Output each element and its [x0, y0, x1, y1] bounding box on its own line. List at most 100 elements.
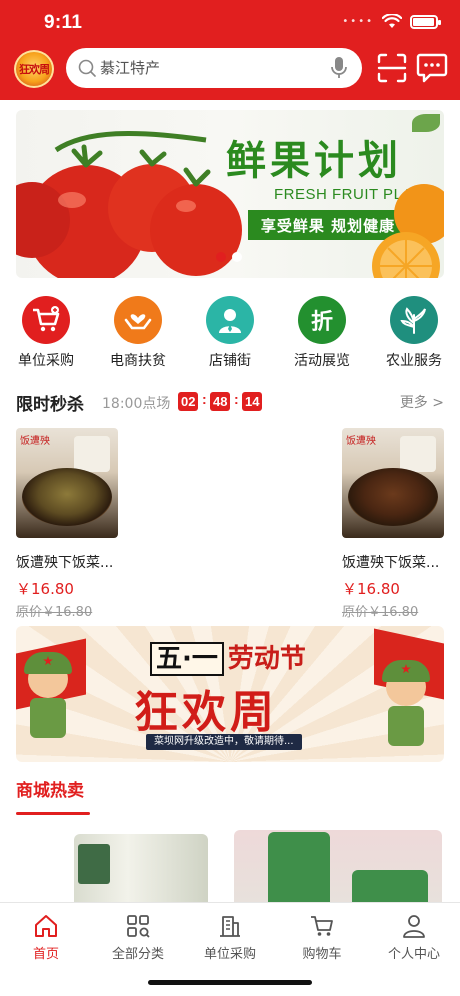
- banner-pager: [216, 252, 242, 262]
- home-icon: [35, 915, 57, 937]
- pager-dot: [232, 252, 242, 262]
- flash-sale-session: 18:00点场: [102, 396, 171, 412]
- app-logo[interactable]: 狂欢周: [14, 50, 54, 88]
- product-price: ￥16.80: [16, 580, 74, 598]
- soldier-body: [388, 706, 424, 746]
- hot-section-title[interactable]: 商城热卖: [16, 776, 84, 801]
- soldier-body: [30, 698, 66, 738]
- category-icon-circle: [22, 296, 70, 344]
- promo-title-rest: 劳动节: [227, 644, 306, 674]
- category-icon-circle: [206, 296, 254, 344]
- promo-note: 菜坝网升级改造中，敬请期待...: [146, 734, 302, 750]
- tab-profile[interactable]: 个人中心: [368, 913, 460, 962]
- orange-illustration: [372, 184, 444, 278]
- product-price: ￥16.80: [342, 580, 400, 598]
- countdown-separator: :: [234, 391, 239, 407]
- tomato-illustration: [16, 130, 242, 278]
- home-content[interactable]: 鲜果计划 FRESH FRUIT PLAN 享受鲜果 规划健康 单位采购 电商扶…: [0, 100, 460, 902]
- hot-product-tile[interactable]: [16, 830, 222, 902]
- tab-label: 全部分类: [111, 947, 164, 962]
- category-shortcuts: 单位采购 电商扶贫 店铺街 折 活动展览 农业服务: [0, 296, 460, 370]
- flash-sale-header: 限时秒杀 18:00点场 02 : 48 : 14 更多 >: [16, 388, 444, 415]
- category-exhibitions[interactable]: 折 活动展览: [282, 296, 362, 370]
- product-jar: [74, 436, 110, 472]
- search-icon: [78, 59, 96, 77]
- product-image: 饭遭殃: [342, 428, 444, 538]
- tab-cart[interactable]: 购物车: [276, 913, 368, 962]
- search-bar[interactable]: [66, 48, 362, 88]
- product-name: 饭遭殃下饭菜...: [16, 555, 114, 571]
- scan-icon[interactable]: [376, 52, 408, 84]
- tab-label: 购物车: [302, 947, 342, 962]
- pager-dot-active: [216, 252, 226, 262]
- grid-icon: [127, 915, 150, 938]
- soldier-illustration: [378, 658, 434, 748]
- promo-banner[interactable]: 五·一 劳动节 狂欢周 菜坝网升级改造中，敬请期待...: [16, 626, 444, 762]
- product-dish: [22, 468, 112, 526]
- category-poverty-relief[interactable]: 电商扶贫: [98, 296, 178, 370]
- product-original-price: 原价￥16.80: [16, 605, 93, 620]
- hot-section-underline: [16, 812, 90, 815]
- user-icon: [403, 915, 425, 938]
- product-card[interactable]: 饭遭殃 饭遭殃下饭菜... ￥16.80 原价￥16.80: [16, 428, 118, 620]
- product-label: [78, 844, 110, 884]
- category-agri-services[interactable]: 农业服务: [374, 296, 454, 370]
- tab-label: 首页: [32, 947, 59, 962]
- product-bag-image: [352, 870, 428, 902]
- discount-icon: 折: [310, 310, 333, 335]
- category-label: 电商扶贫: [110, 353, 166, 369]
- product-dish: [348, 468, 438, 526]
- promo-title-box: 五·一: [150, 642, 224, 676]
- countdown-hours: 02: [178, 392, 199, 411]
- product-original-price: 原价￥16.80: [342, 605, 419, 620]
- hero-banner[interactable]: 鲜果计划 FRESH FRUIT PLAN 享受鲜果 规划健康: [16, 110, 444, 278]
- status-icons: ••••: [342, 14, 441, 29]
- countdown-seconds: 14: [242, 392, 263, 411]
- hands-heart-icon: [124, 314, 152, 330]
- promo-title: 五·一 劳动节: [150, 638, 306, 676]
- battery-fill: [413, 17, 434, 26]
- leaf-decoration: [412, 114, 440, 132]
- category-unit-purchase[interactable]: 单位采购: [6, 296, 86, 370]
- countdown-separator: :: [202, 391, 207, 407]
- category-label: 店铺街: [209, 353, 251, 369]
- promo-headline: 狂欢周: [134, 687, 278, 738]
- wifi-icon: [382, 14, 402, 28]
- tab-label: 个人中心: [387, 947, 440, 962]
- building-icon: [220, 916, 240, 937]
- category-icon-circle: [114, 296, 162, 344]
- countdown-minutes: 48: [210, 392, 231, 411]
- search-input[interactable]: [100, 56, 320, 80]
- product-brand: 饭遭殃: [346, 436, 376, 447]
- product-jar: [400, 436, 436, 472]
- tab-all-categories[interactable]: 全部分类: [92, 913, 184, 962]
- battery-icon: [410, 14, 441, 29]
- header: 9:11 •••• 狂欢周: [0, 0, 460, 100]
- category-icon-circle: [390, 296, 438, 344]
- product-brand: 饭遭殃: [20, 436, 50, 447]
- tab-home[interactable]: 首页: [0, 913, 92, 962]
- status-bar: 9:11 ••••: [0, 0, 460, 46]
- tab-label: 单位采购: [203, 947, 256, 962]
- logo-text: 狂欢周: [19, 63, 50, 76]
- category-icon-circle: 折: [298, 296, 346, 344]
- plant-icon: [400, 307, 426, 334]
- cart-icon: [311, 916, 333, 936]
- microphone-icon[interactable]: [330, 56, 348, 80]
- product-image: 饭遭殃: [16, 428, 118, 538]
- product-name: 饭遭殃下饭菜...: [342, 555, 440, 571]
- category-shop-street[interactable]: 店铺街: [190, 296, 270, 370]
- category-label: 农业服务: [386, 353, 442, 369]
- status-time: 9:11: [44, 12, 83, 33]
- category-label: 活动展览: [294, 353, 350, 369]
- hot-product-tile[interactable]: [234, 830, 442, 902]
- flash-sale-more-link[interactable]: 更多 >: [400, 392, 444, 412]
- flash-sale-title: 限时秒杀: [16, 395, 84, 415]
- soldier-illustration: [20, 650, 76, 740]
- product-card[interactable]: 饭遭殃 饭遭殃下饭菜... ￥16.80 原价￥16.80: [342, 428, 444, 620]
- home-indicator[interactable]: [148, 980, 312, 985]
- message-icon[interactable]: [416, 50, 448, 84]
- signal-icon: ••••: [342, 16, 374, 27]
- tab-unit-purchase[interactable]: 单位采购: [184, 913, 276, 962]
- person-icon: [219, 309, 241, 333]
